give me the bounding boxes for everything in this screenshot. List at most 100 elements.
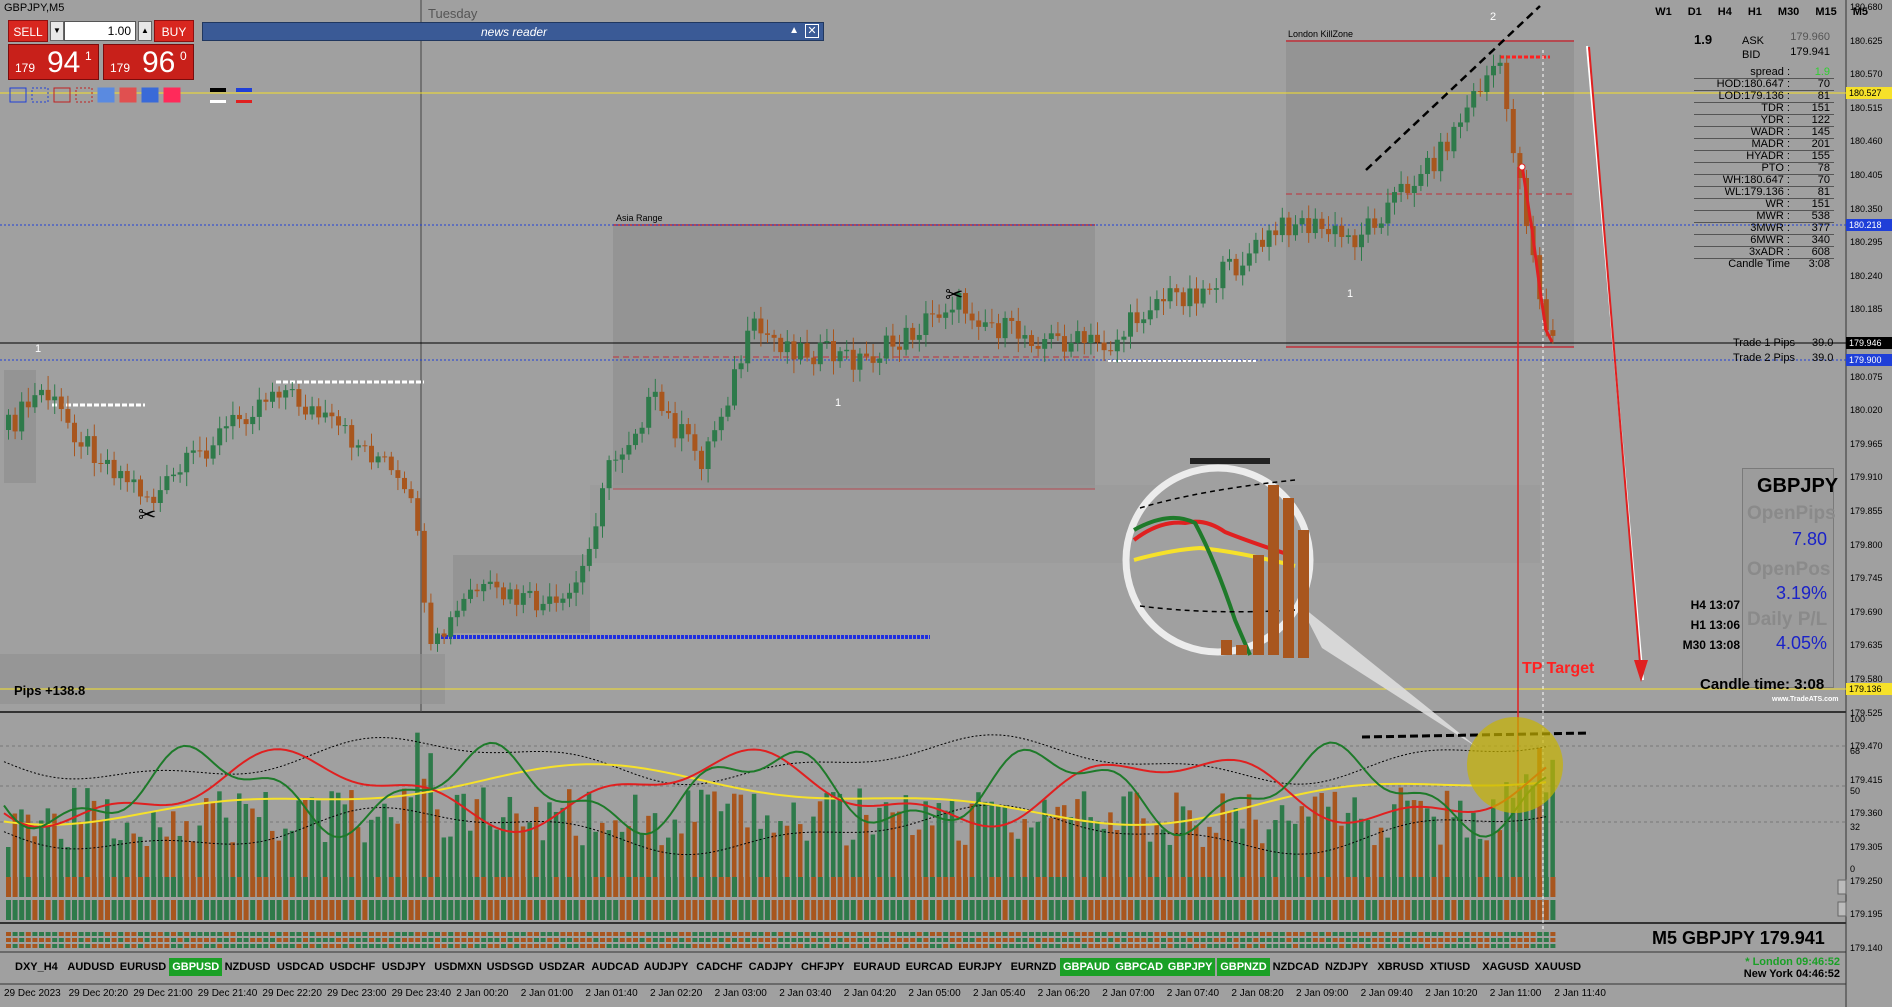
timeframe-m30[interactable]: M30 [1778,6,1799,18]
symbol-tab-gbpusd[interactable]: GBPUSD [169,958,223,976]
symbol-tab-audusd[interactable]: AUDUSD [64,958,117,976]
strength-cell [1167,900,1173,920]
strength-cell [1062,900,1067,920]
symbol-tab-usdcad[interactable]: USDCAD [274,958,327,976]
timeframe-h1[interactable]: H1 [1748,6,1762,18]
strength-dot [151,932,157,936]
strength-cell [1022,877,1028,897]
strength-dot [1484,932,1490,936]
candle-body [171,474,176,477]
symbol-tab-usdzar[interactable]: USDZAR [536,958,588,976]
strength-cell [52,900,58,920]
strength-dot [171,938,176,942]
candle-body [1372,218,1378,228]
lot-increase-button[interactable]: ▲ [138,21,152,41]
symbol-tab-cadjpy[interactable]: CADJPY [746,958,797,976]
symbol-tab-gbpnzd[interactable]: GBPNZD [1217,958,1270,976]
price-tick: 179.965 [1850,438,1883,449]
symbol-tab-gbpcad[interactable]: GBPCAD [1112,958,1167,976]
news-reader-bar[interactable]: news reader ▲ ✕ [202,22,824,41]
candle-body [270,391,275,402]
symbol-tab-xauusd[interactable]: XAUUSD [1532,958,1584,976]
symbol-tab-nzdusd[interactable]: NZDUSD [222,958,274,976]
strength-dot [1530,944,1536,948]
candle-body [916,335,922,340]
strength-dot [210,932,216,936]
ask-price-box[interactable]: 179 96 0 [103,44,194,80]
symbol-tab-chfjpy[interactable]: CHFJPY [798,958,847,976]
strength-dot [98,938,104,942]
symbol-tab-xagusd[interactable]: XAGUSD [1479,958,1532,976]
strength-dot [1444,938,1450,942]
symbol-switcher-bar: DXY_H4 AUDUSD EURUSD GBPUSD NZDUSD USDCAD USDC… [6,958,1836,978]
symbol-tab-eurcad[interactable]: EURCAD [903,958,956,976]
timeframe-h4[interactable]: H4 [1718,6,1732,18]
symbol-tab-usdmxn[interactable]: USDMXN [431,958,485,976]
price-chart[interactable]: ✂✂ [0,0,1892,1007]
info-key: MADR : [1751,138,1791,150]
timeframe-d1[interactable]: D1 [1688,6,1702,18]
candle-body [441,633,447,637]
strength-dot [1524,932,1529,936]
symbol-tab-usdsgd[interactable]: USDSGD [484,958,537,976]
symbol-tab-cadchf[interactable]: CADCHF [693,958,745,976]
lot-decrease-button[interactable]: ▼ [50,21,64,41]
candle-body [98,462,104,464]
symbol-tab-xtiusd[interactable]: XTIUSD [1427,958,1473,976]
strength-cell [692,900,698,920]
strength-dot [1392,938,1397,942]
time-tick: 2 Jan 03:40 [779,988,832,999]
symbol-tab-eurjpy[interactable]: EURJPY [955,958,1005,976]
strength-cell [1088,900,1094,920]
symbol-tab-eurusd[interactable]: EURUSD [117,958,169,976]
strength-dot [1015,938,1021,942]
collapse-icon[interactable]: ▲ [789,25,799,36]
symbol-tab-nzdjpy[interactable]: NZDJPY [1322,958,1371,976]
strength-dot [1002,938,1008,942]
symbol-tab-gbpjpy[interactable]: GBPJPY [1164,958,1216,976]
strength-cell [1081,877,1087,897]
close-icon[interactable]: ✕ [805,24,819,38]
volume-bar [65,846,70,877]
strength-dot [1220,938,1226,942]
strength-dot [527,938,533,942]
time-tick: 2 Jan 09:00 [1296,988,1349,999]
buy-button[interactable]: BUY [154,20,194,42]
symbol-tab-audcad[interactable]: AUDCAD [588,958,642,976]
bid-price-box[interactable]: 179 94 1 [8,44,99,80]
candle-body [25,401,31,408]
strength-dot [600,944,605,948]
strength-dot [593,938,599,942]
strength-cell [342,877,348,897]
strength-dot [963,938,968,942]
strength-cell [659,877,665,897]
symbol-tab-audjpy[interactable]: AUDJPY [641,958,692,976]
volume-bar [322,842,328,877]
symbol-tab-euraud[interactable]: EURAUD [850,958,903,976]
symbol-tab-nzdcad[interactable]: NZDCAD [1270,958,1322,976]
timeframe-m15[interactable]: M15 [1815,6,1836,18]
lot-size-input[interactable] [64,21,136,41]
timeframe-w1[interactable]: W1 [1655,6,1672,18]
strength-dot [699,944,704,948]
strength-dot [699,932,704,936]
strength-dot [877,938,883,942]
strength-cell [1359,877,1364,897]
strength-cell [1048,877,1054,897]
symbol-tab-gbpaud[interactable]: GBPAUD [1060,958,1113,976]
symbol-tab-usdjpy[interactable]: USDJPY [379,958,429,976]
strength-dot [996,938,1001,942]
strength-dot [718,938,724,942]
strength-cell [369,877,374,897]
symbol-tab-usdchf[interactable]: USDCHF [326,958,378,976]
candle-body [1029,335,1034,347]
candle-body [831,341,836,362]
symbol-tab-eurnzd[interactable]: EURNZD [1008,958,1060,976]
symbol-tab-dxy_h4[interactable]: DXY_H4 [12,958,61,976]
symbol-tab-xbrusd[interactable]: XBRUSD [1374,958,1426,976]
sell-button[interactable]: SELL [8,20,48,42]
strength-dot [745,944,751,948]
time-tick: 2 Jan 08:20 [1231,988,1284,999]
candle-body [1246,253,1252,266]
volume-bar [1326,806,1331,877]
